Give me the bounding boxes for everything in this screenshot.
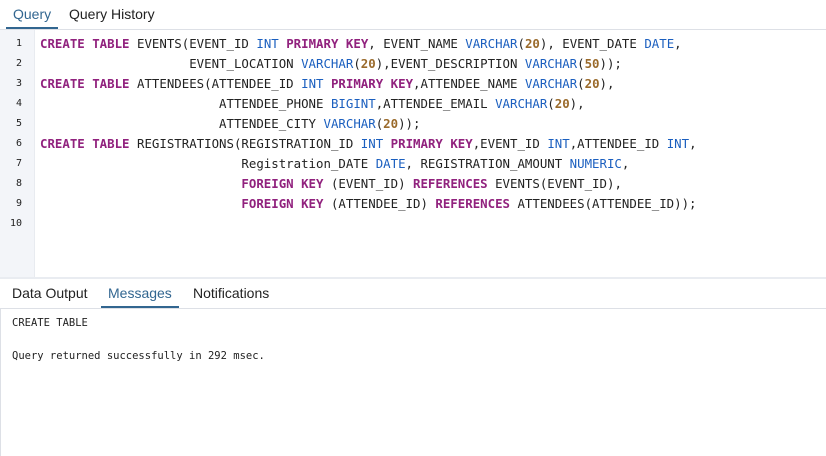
line-number-gutter: 1 2 3 4 5 6 7 8 9 10 [0, 30, 35, 277]
code-token: VARCHAR [495, 96, 548, 111]
tab-notifications[interactable]: Notifications [186, 279, 276, 308]
code-token: 50 [584, 56, 600, 71]
code-token: CREATE TABLE [40, 36, 130, 51]
code-token: VARCHAR [524, 56, 578, 71]
code-token: 20 [584, 76, 600, 91]
code-token: EVENTS(EVENT_ID [129, 36, 257, 51]
line-number: 6 [15, 138, 22, 149]
code-token: ATTENDEE_CITY [40, 116, 324, 131]
code-token: ATTENDEES(ATTENDEE_ID)); [510, 196, 697, 211]
code-token: EVENTS(EVENT_ID), [487, 176, 622, 191]
code-token: VARCHAR [323, 116, 376, 131]
line-number: 4 [15, 98, 22, 109]
code-token: ( [517, 36, 525, 51]
code-token: , [674, 36, 682, 51]
code-token: )); [599, 56, 622, 71]
code-token: ( [547, 96, 555, 111]
code-token: Registration_DATE [40, 156, 376, 171]
code-token: PRIMARY KEY [390, 136, 473, 151]
code-line: ATTENDEE_PHONE BIGINT,ATTENDEE_EMAIL VAR… [40, 94, 585, 114]
code-token: REFERENCES [435, 196, 510, 211]
editor-tab-bar: Query Query History [0, 0, 826, 30]
code-token: PRIMARY KEY [330, 76, 414, 91]
code-token: EVENT_LOCATION [40, 56, 302, 71]
message-result: Query returned successfully in 292 msec. [12, 350, 265, 362]
code-token: ),EVENT_DESCRIPTION [375, 56, 525, 71]
line-number: 8 [15, 178, 22, 189]
code-token: , [689, 136, 697, 151]
line-number: 10 [9, 218, 22, 229]
message-status: CREATE TABLE [12, 317, 88, 329]
code-token: REFERENCES [413, 176, 488, 191]
code-token: INT [301, 76, 324, 91]
code-token: INT [547, 136, 570, 151]
code-token: ,ATTENDEE_EMAIL [375, 96, 496, 111]
code-token: DATE [375, 156, 406, 171]
code-token: 20 [383, 116, 399, 131]
line-number: 7 [15, 158, 22, 169]
code-line: FOREIGN KEY (EVENT_ID) REFERENCES EVENTS… [40, 174, 622, 194]
code-token: INT [666, 136, 690, 151]
tab-query[interactable]: Query [6, 0, 59, 29]
code-token: ATTENDEES(ATTENDEE_ID [129, 76, 302, 91]
code-token: REGISTRATIONS(REGISTRATION_ID [129, 136, 361, 151]
code-token: ( [353, 56, 361, 71]
code-token: DATE [644, 36, 675, 51]
code-token: ), EVENT_DATE [539, 36, 645, 51]
code-token: ,EVENT_ID [472, 136, 548, 151]
code-token: 20 [524, 36, 540, 51]
code-token: 20 [360, 56, 376, 71]
code-token: , EVENT_NAME [368, 36, 466, 51]
code-token: ), [569, 96, 585, 111]
code-token: PRIMARY KEY [286, 36, 369, 51]
line-number: 1 [15, 38, 22, 49]
code-token: ( [577, 56, 585, 71]
line-number: 3 [15, 78, 22, 89]
code-token: , REGISTRATION_AMOUNT [405, 156, 570, 171]
code-token: (EVENT_ID) [323, 176, 414, 191]
sql-editor[interactable]: 1 2 3 4 5 6 7 8 9 10 CREATE TABLE EVENTS(EVENT_ID… [0, 30, 826, 277]
code-token: ATTENDEE_PHONE [40, 96, 331, 111]
code-line: Registration_DATE DATE, REGISTRATION_AMO… [40, 154, 629, 174]
line-number: 9 [15, 198, 22, 209]
code-line: EVENT_LOCATION VARCHAR(20),EVENT_DESCRIP… [40, 54, 622, 74]
code-token: )); [398, 116, 421, 131]
code-token: VARCHAR [465, 36, 518, 51]
code-token: BIGINT [330, 96, 376, 111]
code-token: FOREIGN KEY [241, 196, 324, 211]
code-token: CREATE TABLE [40, 136, 130, 151]
code-token: FOREIGN KEY [241, 176, 324, 191]
tab-query-history[interactable]: Query History [62, 0, 162, 29]
code-line: CREATE TABLE ATTENDEES(ATTENDEE_ID INT P… [40, 74, 614, 94]
code-line: CREATE TABLE EVENTS(EVENT_ID INT PRIMARY… [40, 34, 682, 54]
code-token: NUMERIC [569, 156, 622, 171]
tab-messages[interactable]: Messages [101, 279, 179, 308]
code-token: , [621, 156, 630, 171]
line-number: 5 [15, 118, 22, 129]
code-line: ATTENDEE_CITY VARCHAR(20)); [40, 114, 420, 134]
code-token: 20 [554, 96, 570, 111]
code-token: VARCHAR [524, 76, 578, 91]
code-token: (ATTENDEE_ID) [323, 196, 436, 211]
line-number: 2 [15, 58, 22, 69]
output-tab-bar: Data Output Messages Notifications [0, 279, 826, 309]
code-token: ), [599, 76, 615, 91]
code-line: FOREIGN KEY (ATTENDEE_ID) REFERENCES ATT… [40, 194, 697, 214]
code-token: CREATE TABLE [40, 76, 130, 91]
code-token: VARCHAR [301, 56, 354, 71]
code-token: ( [577, 76, 585, 91]
tab-data-output[interactable]: Data Output [5, 279, 95, 308]
code-token: ,ATTENDEE_NAME [413, 76, 525, 91]
messages-panel: CREATE TABLE Query returned successfully… [0, 309, 826, 456]
code-token: ,ATTENDEE_ID [569, 136, 667, 151]
code-token: INT [256, 36, 279, 51]
code-token: INT [360, 136, 384, 151]
code-line: CREATE TABLE REGISTRATIONS(REGISTRATION_… [40, 134, 697, 154]
